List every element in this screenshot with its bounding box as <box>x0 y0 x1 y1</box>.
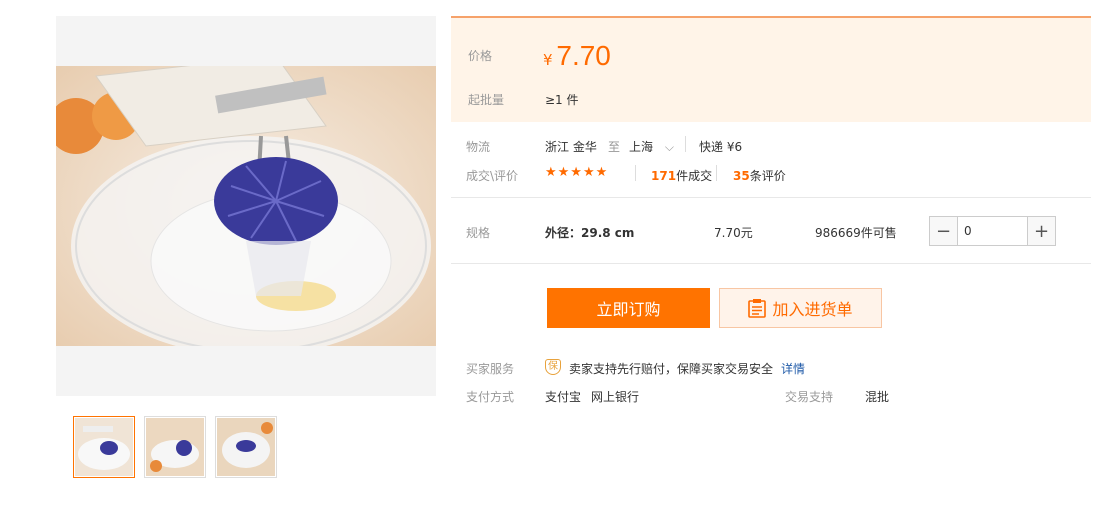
trade-support-label: 交易支持 <box>785 390 834 404</box>
payment-online-bank: 网上银行 <box>591 390 640 404</box>
buy-now-button[interactable]: 立即订购 <box>547 288 710 328</box>
currency-symbol: ¥ <box>543 51 553 69</box>
price-value: ¥ 7.70 <box>543 40 611 72</box>
buyer-service-label: 买家服务 <box>466 362 515 376</box>
shield-glyph: 保 <box>545 359 561 375</box>
thumbnail-image <box>217 418 275 476</box>
logistics-label: 物流 <box>466 140 491 154</box>
review-text: 条评价 <box>749 169 786 183</box>
add-to-cart-button[interactable]: 加入进货单 <box>719 288 882 328</box>
spec-unit-price: 7.70元 <box>714 226 753 240</box>
spec-name: 外径：29.8 cm <box>545 226 635 240</box>
price-box: 价格 ¥ 7.70 起批量 ≥1 件 <box>451 16 1091 122</box>
quantity-stepper: − 0 + <box>929 216 1056 246</box>
shield-icon: 保 <box>545 358 561 375</box>
thumbnail-1[interactable] <box>73 416 135 478</box>
ship-to-word: 至 <box>608 140 621 154</box>
ship-from: 浙江 金华 <box>545 140 597 154</box>
divider <box>451 197 1091 198</box>
buy-now-label: 立即订购 <box>596 300 661 319</box>
deals-reviews-label: 成交\评价 <box>466 169 519 183</box>
price-label: 价格 <box>468 49 493 63</box>
thumbnail-strip <box>73 416 277 478</box>
review-number: 35 <box>733 169 750 183</box>
decrease-button[interactable]: − <box>930 217 957 245</box>
thumbnail-image <box>75 418 133 476</box>
deals-number: 171 <box>651 169 677 183</box>
quantity-input[interactable]: 0 <box>957 217 1028 245</box>
spec-label: 规格 <box>466 226 491 240</box>
thumbnail-2[interactable] <box>144 416 206 478</box>
divider <box>685 136 686 152</box>
ship-to-select[interactable]: 上海 ⌵ <box>629 138 674 155</box>
thumbnail-image <box>146 418 204 476</box>
shipping-fee: 快递 ¥6 <box>699 140 743 154</box>
payment-alipay: 支付宝 <box>545 390 582 404</box>
thumbnail-3[interactable] <box>215 416 277 478</box>
chevron-down-icon: ⌵ <box>664 140 674 154</box>
clipboard-icon <box>748 299 767 318</box>
payment-label: 支付方式 <box>466 390 515 404</box>
deals-text: 件成交 <box>676 169 713 183</box>
moq-label: 起批量 <box>468 93 505 107</box>
deals-count[interactable]: 171件成交 <box>651 167 712 184</box>
product-info-panel: 价格 ¥ 7.70 起批量 ≥1 件 物流 浙江 金华 至 上海 ⌵ 快递 ¥6… <box>451 16 1091 404</box>
moq-value: ≥1 件 <box>545 93 579 107</box>
main-product-image <box>56 16 436 396</box>
trade-support-value: 混批 <box>865 390 890 404</box>
add-to-cart-label: 加入进货单 <box>772 300 853 319</box>
divider <box>451 263 1091 264</box>
spec-stock: 986669件可售 <box>815 226 897 240</box>
buyer-service-text: 卖家支持先行赔付，保障买家交易安全 <box>569 362 774 376</box>
review-count[interactable]: 35条评价 <box>733 167 786 184</box>
price-number: 7.70 <box>556 40 611 71</box>
divider <box>635 165 636 181</box>
rating-stars: ★★★★★ <box>545 165 609 180</box>
increase-button[interactable]: + <box>1028 217 1055 245</box>
product-photo <box>56 66 436 346</box>
divider <box>716 165 717 181</box>
details-link[interactable]: 详情 <box>781 360 805 377</box>
ship-to-value: 上海 <box>629 140 654 154</box>
